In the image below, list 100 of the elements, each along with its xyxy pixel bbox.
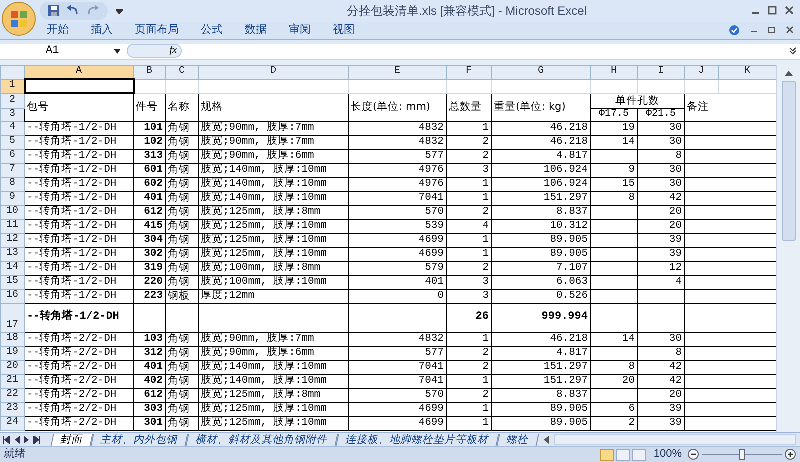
zoom-slider-thumb[interactable] — [739, 448, 745, 460]
row-number[interactable]: 18 — [0, 332, 24, 346]
table-cell: 8.837 — [492, 388, 590, 402]
ribbon-tab[interactable]: 页面布局 — [124, 22, 190, 39]
column-heading: 名称 — [166, 93, 198, 122]
row-number[interactable]: 6 — [0, 149, 24, 164]
row-number[interactable]: 4 — [0, 121, 24, 136]
vertical-scrollbar[interactable] — [776, 64, 800, 432]
column-header[interactable]: G — [492, 65, 590, 80]
table-cell: 10.312 — [492, 219, 590, 234]
ribbon-tab[interactable]: 数据 — [234, 22, 278, 39]
ribbon-tab[interactable]: 公式 — [190, 22, 234, 39]
table-cell: 角钢 — [166, 332, 198, 346]
scroll-thumb[interactable] — [782, 80, 796, 241]
row-number[interactable]: 14 — [0, 261, 24, 276]
table-cell: 角钢 — [166, 275, 198, 290]
restore-icon[interactable] — [768, 26, 776, 34]
table-cell: 401 — [348, 275, 446, 290]
expand-icon[interactable] — [789, 47, 797, 56]
column-header[interactable]: B — [134, 65, 166, 80]
selected-cell[interactable] — [24, 79, 134, 94]
row-number[interactable]: 10 — [0, 205, 24, 220]
previous-sheet-icon[interactable] — [13, 436, 21, 444]
row-number[interactable]: 24 — [0, 416, 24, 430]
row-number[interactable]: 12 — [0, 233, 24, 248]
table-cell: 4699 — [348, 416, 446, 430]
scroll-left-icon[interactable] — [544, 436, 550, 444]
table-cell: 2 — [590, 416, 638, 430]
ribbon-tab[interactable]: 开始 — [36, 22, 80, 39]
scroll-up-icon[interactable] — [784, 68, 794, 77]
sheet-tab[interactable]: 主材、内外包钢 — [90, 434, 188, 446]
table-cell: 39 — [638, 416, 684, 430]
table-cell: 钢板 — [166, 289, 198, 304]
column-header[interactable]: C — [166, 65, 198, 80]
table-cell: 402 — [134, 374, 166, 388]
next-sheet-icon[interactable] — [23, 436, 31, 444]
table-cell: --转角塔-1/2-DH — [24, 275, 134, 290]
table-cell: 角钢 — [166, 121, 198, 136]
close-icon[interactable] — [785, 6, 794, 16]
undo-icon[interactable] — [66, 4, 80, 17]
row-number[interactable]: 13 — [0, 247, 24, 262]
sheet-tab[interactable]: 螺栓 — [496, 434, 540, 446]
ribbon-tab[interactable]: 视图 — [322, 22, 366, 39]
first-sheet-icon[interactable] — [3, 436, 11, 444]
column-header[interactable]: F — [446, 65, 492, 80]
row-number[interactable]: 3 — [0, 108, 24, 122]
column-header[interactable]: J — [684, 65, 718, 80]
zoom-slider[interactable] — [702, 448, 782, 460]
row-number[interactable]: 7 — [0, 163, 24, 178]
zoom-in-icon[interactable] — [785, 449, 796, 460]
column-header[interactable]: I — [638, 65, 684, 80]
row-number[interactable]: 20 — [0, 360, 24, 374]
row-number[interactable]: 9 — [0, 191, 24, 206]
row-number[interactable]: 11 — [0, 219, 24, 234]
row-number[interactable]: 21 — [0, 374, 24, 388]
office-button[interactable] — [2, 2, 36, 36]
row-number[interactable]: 5 — [0, 135, 24, 150]
column-header[interactable]: K — [718, 65, 776, 80]
row-number[interactable]: 15 — [0, 275, 24, 290]
column-header[interactable]: E — [348, 65, 446, 80]
ribbon-tab[interactable]: 插入 — [80, 22, 124, 39]
maximize-icon[interactable] — [768, 6, 777, 16]
table-cell: 0 — [348, 289, 446, 304]
zoom-out-icon[interactable] — [688, 449, 699, 460]
row-number[interactable]: 22 — [0, 388, 24, 402]
table-cell: 6 — [590, 402, 638, 416]
row-number[interactable]: 8 — [0, 177, 24, 192]
row-number[interactable]: 16 — [0, 289, 24, 304]
customize-dropdown-icon[interactable] — [116, 7, 123, 14]
zoom-level[interactable]: 100% — [654, 446, 682, 462]
close-icon[interactable] — [786, 26, 794, 34]
ribbon-tab[interactable]: 审阅 — [278, 22, 322, 39]
row-number[interactable]: 1 — [0, 79, 24, 94]
table-cell: 42 — [638, 374, 684, 388]
save-icon[interactable] — [48, 4, 60, 17]
column-header[interactable]: A — [24, 65, 134, 80]
table-cell: 401 — [134, 360, 166, 374]
last-sheet-icon[interactable] — [33, 436, 41, 444]
horizontal-scrollbar[interactable] — [554, 434, 796, 446]
dropdown-icon[interactable] — [114, 48, 121, 54]
table-cell: 312 — [134, 346, 166, 360]
sheet-tab[interactable]: 横材、斜材及其他角钢附件 — [186, 434, 338, 446]
table-cell: 2 — [446, 205, 492, 220]
insert-function-button[interactable]: fx — [170, 46, 177, 56]
row-number[interactable]: 19 — [0, 346, 24, 360]
name-box[interactable]: A1 — [0, 44, 120, 59]
row-number[interactable]: 17 — [0, 303, 24, 332]
table-cell: 肢宽;100mm, 肢厚:8mm — [198, 261, 348, 276]
row-number[interactable]: 23 — [0, 402, 24, 416]
column-heading: 长度(单位: mm) — [348, 93, 446, 122]
column-heading: 重量(单位: kg) — [492, 93, 590, 122]
table-cell: 角钢 — [166, 360, 198, 374]
column-header[interactable]: D — [198, 65, 348, 80]
column-header[interactable]: H — [590, 65, 638, 80]
table-cell: 4832 — [348, 121, 446, 136]
row-number[interactable]: 2 — [0, 93, 24, 108]
table-cell: 151.297 — [492, 191, 590, 206]
table-cell: 角钢 — [166, 388, 198, 402]
sheet-tab[interactable]: 连接板、地脚螺栓垫片等板材 — [336, 434, 500, 446]
sheet-tab[interactable]: 封面 — [50, 434, 94, 446]
